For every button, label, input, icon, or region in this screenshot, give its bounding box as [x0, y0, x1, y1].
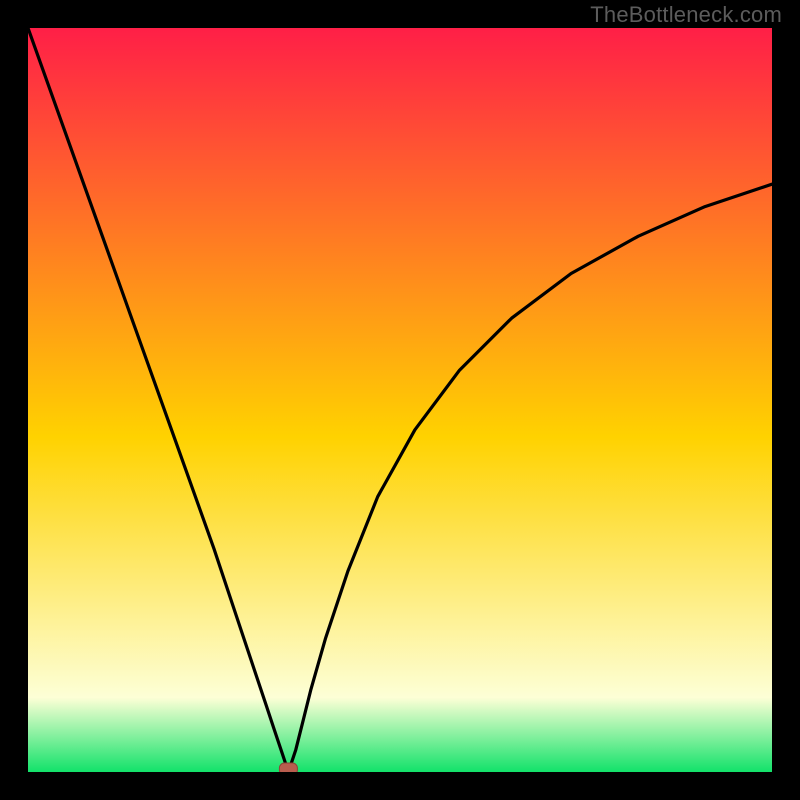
plot-area — [28, 28, 772, 772]
chart-frame: TheBottleneck.com — [0, 0, 800, 800]
chart-svg — [28, 28, 772, 772]
watermark-text: TheBottleneck.com — [590, 2, 782, 28]
optimum-marker — [279, 763, 297, 772]
gradient-background — [28, 28, 772, 772]
